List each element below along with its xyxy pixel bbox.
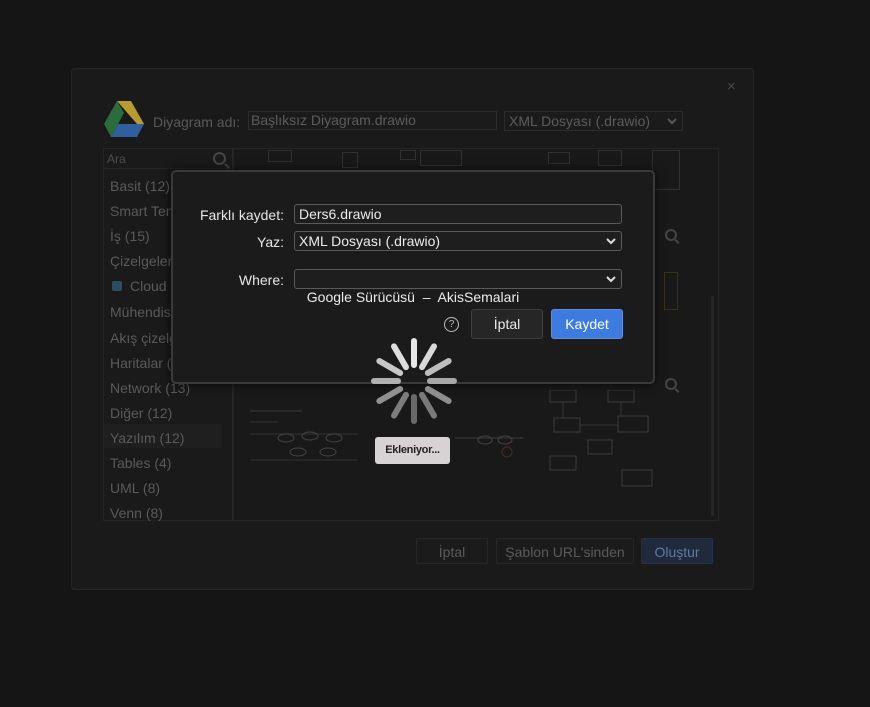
category-engineering[interactable]: Mühendis (110, 304, 171, 320)
chevron-down-icon (606, 238, 616, 245)
preview-zoom-icon[interactable] (665, 378, 677, 390)
category-venn[interactable]: Venn (8) (110, 505, 163, 521)
template-thumbnail[interactable] (548, 389, 678, 490)
format-label: Yaz: (257, 234, 284, 250)
preview-zoom-icon[interactable] (665, 229, 677, 241)
template-thumbnail[interactable] (548, 152, 570, 164)
bg-cancel-button[interactable]: İptal (416, 538, 488, 564)
template-thumbnail[interactable] (400, 150, 416, 160)
create-button[interactable]: Oluştur (641, 538, 713, 564)
diagram-format-select[interactable]: XML Dosyası (.drawio) (504, 111, 683, 131)
template-thumbnail[interactable] (268, 150, 292, 162)
template-thumbnail[interactable] (455, 430, 525, 462)
template-thumbnail[interactable] (342, 152, 358, 168)
category-smart-templates[interactable]: Smart Ten (110, 203, 174, 219)
category-cloud[interactable]: Cloud (130, 278, 167, 294)
template-search-input[interactable]: Ara (103, 149, 232, 169)
where-select-value: Google Sürücüsü – AkisSemalari (306, 289, 520, 305)
save-as-filename-input[interactable]: Ders6.drawio (294, 204, 622, 224)
template-thumbnail[interactable] (598, 150, 622, 166)
search-icon[interactable] (213, 152, 226, 165)
help-icon[interactable]: ? (444, 317, 459, 332)
preview-scrollbar[interactable] (711, 296, 714, 516)
format-select[interactable]: XML Dosyası (.drawio) (294, 231, 622, 251)
category-uml[interactable]: UML (8) (110, 480, 160, 496)
save-as-label: Farklı kaydet: (199, 207, 284, 223)
category-business[interactable]: İş (15) (110, 228, 150, 244)
cloud-category-icon (112, 281, 122, 291)
google-drive-icon (104, 101, 144, 137)
cancel-button[interactable]: İptal (471, 309, 543, 339)
from-template-url-button[interactable]: Şablon URL'sinden (496, 538, 634, 564)
category-other[interactable]: Diğer (12) (110, 405, 172, 421)
where-location-select[interactable]: Google Sürücüsü – AkisSemalari (294, 269, 622, 305)
template-thumbnail[interactable] (420, 150, 462, 166)
category-maps[interactable]: Haritalar ( (110, 355, 171, 371)
template-thumbnail[interactable] (664, 272, 678, 310)
chevron-down-icon (606, 276, 616, 283)
category-basic[interactable]: Basit (12) (110, 178, 170, 194)
category-flowcharts[interactable]: Akış çizelg (110, 330, 177, 346)
where-label: Where: (238, 272, 284, 288)
diagram-format-value: XML Dosyası (.drawio) (509, 113, 651, 129)
loading-status-badge: Ekleniyor... (375, 437, 450, 464)
diagram-thumbnail-graphic (250, 410, 358, 461)
category-charts[interactable]: Çizelgeler (110, 253, 172, 269)
category-software[interactable]: Yazılım (12) (110, 430, 184, 446)
save-button[interactable]: Kaydet (551, 309, 623, 339)
format-select-value: XML Dosyası (.drawio) (299, 233, 441, 249)
diagram-thumbnail-graphic (455, 435, 523, 458)
close-icon[interactable]: × (727, 78, 736, 95)
diagram-name-label: Diyagram adı: (153, 114, 241, 130)
chevron-down-icon (667, 118, 677, 125)
diagram-thumbnail-graphic (549, 389, 653, 487)
template-thumbnail[interactable] (652, 150, 680, 190)
search-placeholder: Ara (107, 152, 126, 166)
loading-spinner-icon (371, 338, 457, 424)
diagram-name-input[interactable]: Başlıksız Diyagram.drawio (248, 111, 497, 130)
category-tables[interactable]: Tables (4) (110, 455, 171, 471)
template-thumbnail[interactable] (248, 408, 360, 468)
